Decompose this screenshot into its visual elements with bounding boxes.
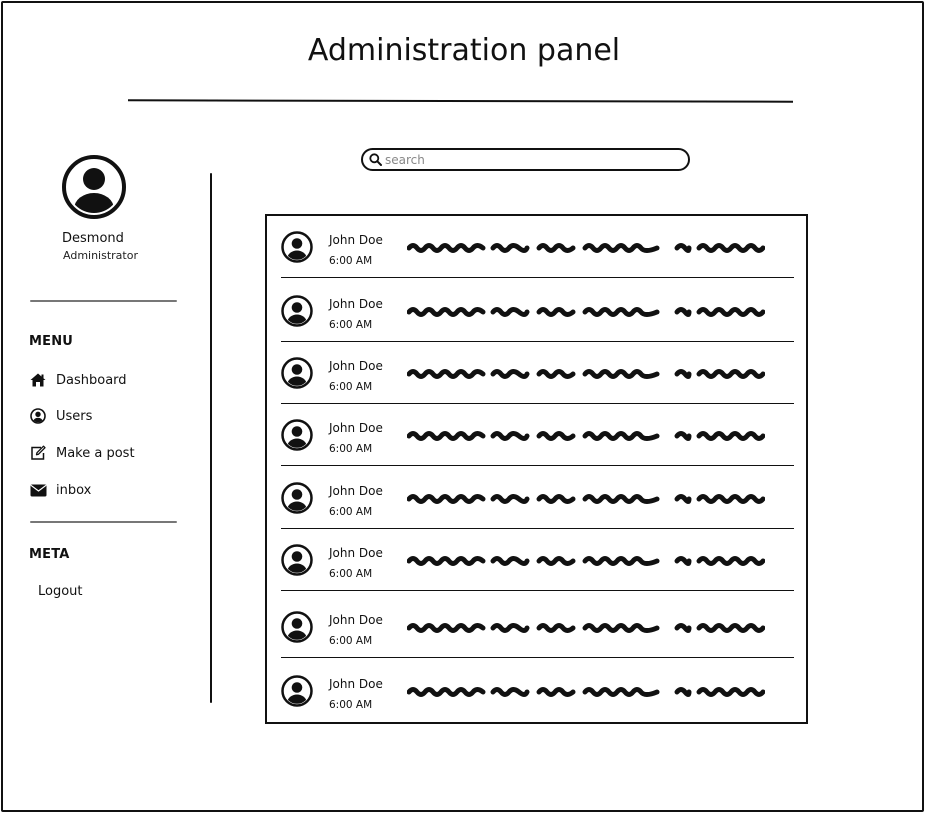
redacted-text-scribble: [407, 369, 765, 379]
sidebar-vertical-divider: [210, 173, 212, 703]
edit-icon: [29, 444, 47, 462]
sidebar-divider: [30, 521, 177, 523]
list-item[interactable]: John Doe 6:00 AM: [281, 596, 794, 658]
list-item[interactable]: John Doe 6:00 AM: [281, 660, 794, 722]
user-avatar-icon: [281, 544, 313, 576]
redacted-text-scribble: [407, 623, 765, 633]
message-time: 6:00 AM: [329, 381, 373, 393]
message-time: 6:00 AM: [329, 255, 373, 267]
redacted-text-scribble: [407, 243, 765, 253]
profile-name: Desmond: [62, 231, 124, 246]
sidebar-item-label: Dashboard: [56, 372, 127, 388]
redacted-text-scribble: [407, 307, 765, 317]
meta-heading: META: [29, 547, 70, 562]
list-item[interactable]: John Doe 6:00 AM: [281, 216, 794, 278]
message-sender: John Doe: [329, 484, 383, 498]
redacted-text-scribble: [407, 687, 765, 697]
profile-avatar-icon: [61, 154, 127, 220]
list-item[interactable]: John Doe 6:00 AM: [281, 280, 794, 342]
user-avatar-icon: [281, 482, 313, 514]
envelope-icon: [29, 481, 47, 499]
search-input[interactable]: [382, 150, 675, 169]
message-time: 6:00 AM: [329, 319, 373, 331]
sidebar-item-label: Users: [56, 408, 93, 424]
message-time: 6:00 AM: [329, 699, 373, 711]
redacted-text-scribble: [407, 556, 765, 566]
list-item[interactable]: John Doe 6:00 AM: [281, 467, 794, 529]
message-sender: John Doe: [329, 613, 383, 627]
sidebar-divider: [30, 300, 177, 302]
message-sender: John Doe: [329, 233, 383, 247]
page-title: Administration panel: [307, 33, 621, 68]
home-icon: [29, 371, 47, 389]
user-avatar-icon: [281, 295, 313, 327]
user-avatar-icon: [281, 611, 313, 643]
sidebar-item-make-a-post[interactable]: Make a post: [29, 443, 135, 463]
message-time: 6:00 AM: [329, 506, 373, 518]
row-divider: [281, 656, 794, 658]
message-sender: John Doe: [329, 677, 383, 691]
logout-link[interactable]: Logout: [38, 584, 83, 599]
row-divider: [281, 464, 794, 466]
menu-heading: MENU: [29, 334, 74, 349]
message-sender: John Doe: [329, 421, 383, 435]
redacted-text-scribble: [407, 431, 765, 441]
list-item[interactable]: John Doe 6:00 AM: [281, 342, 794, 404]
user-avatar-icon: [281, 357, 313, 389]
message-time: 6:00 AM: [329, 443, 373, 455]
list-item[interactable]: John Doe 6:00 AM: [281, 404, 794, 466]
user-avatar-icon: [281, 675, 313, 707]
user-avatar-icon: [281, 419, 313, 451]
message-time: 6:00 AM: [329, 635, 373, 647]
user-circle-icon: [29, 407, 47, 425]
user-avatar-icon: [281, 231, 313, 263]
profile-role: Administrator: [63, 249, 138, 262]
list-item[interactable]: John Doe 6:00 AM: [281, 529, 794, 591]
message-sender: John Doe: [329, 359, 383, 373]
row-divider: [281, 276, 794, 278]
message-sender: John Doe: [329, 546, 383, 560]
search-box[interactable]: [361, 148, 690, 171]
message-time: 6:00 AM: [329, 568, 373, 580]
message-list: John Doe 6:00 AM John Doe 6:00 AM John D…: [265, 214, 808, 724]
message-sender: John Doe: [329, 297, 383, 311]
sidebar-item-inbox[interactable]: inbox: [29, 480, 91, 500]
redacted-text-scribble: [407, 494, 765, 504]
row-divider: [281, 589, 794, 591]
sidebar-item-label: inbox: [56, 482, 92, 498]
sidebar-item-label: Make a post: [56, 445, 135, 461]
sidebar-item-dashboard[interactable]: Dashboard: [29, 370, 127, 390]
search-icon: [368, 153, 382, 167]
sidebar-item-users[interactable]: Users: [29, 406, 92, 426]
